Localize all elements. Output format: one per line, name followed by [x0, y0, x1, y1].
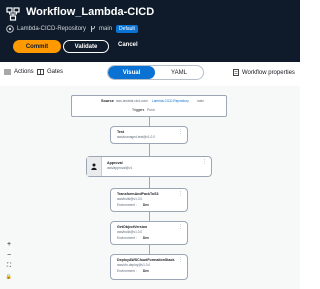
- zoom-out-button[interactable]: −: [4, 252, 14, 259]
- default-badge: Default: [116, 24, 138, 33]
- action-name: TransformAndPackToS3: [117, 192, 159, 196]
- source-label: Source: [101, 99, 114, 103]
- gates-label: Gates: [47, 69, 64, 75]
- action-identifier: aws/build@v1.0.0: [117, 197, 143, 201]
- actions-toggle[interactable]: Actions: [4, 69, 34, 75]
- workflow-properties-label: Workflow properties: [242, 69, 295, 76]
- edge-connector: [149, 117, 150, 126]
- source-connection: aws-lambda-cicd-conn: [116, 99, 148, 103]
- yaml-tab[interactable]: YAML: [155, 66, 203, 79]
- environment-label: Environment :: [117, 269, 137, 273]
- action-node-deploy-stack[interactable]: DeployAWSCloudFormationStack aws/cfn-dep…: [110, 254, 188, 280]
- workflow-icon: [6, 7, 20, 21]
- more-options-icon[interactable]: ⋮: [178, 224, 183, 230]
- source-node[interactable]: Source aws-lambda-cicd-conn Lambda-CICD-…: [71, 95, 227, 117]
- environment-value: Dev: [143, 269, 149, 273]
- environment-value: Dev: [143, 236, 149, 240]
- action-identifier: aws/cfn-deploy@v1.0.0: [117, 263, 151, 267]
- environment-label: Environment :: [117, 236, 137, 240]
- view-mode-toggle: Visual YAML: [107, 65, 204, 80]
- action-name: DeployAWSCloudFormationStack: [117, 258, 175, 262]
- repository-icon: [6, 24, 14, 33]
- workflow-header: Workflow_Lambda-CICD Lambda-CICD-Reposit…: [0, 0, 300, 62]
- repository-info: Lambda-CICD-Repository main Default: [6, 23, 138, 34]
- approval-node[interactable]: Approval aws/approval@v1 ⋮: [86, 156, 212, 177]
- properties-icon: [233, 69, 239, 76]
- environment-value: Dev: [143, 203, 149, 207]
- gates-icon: [37, 69, 44, 75]
- trigger-label: Triggers: [132, 108, 145, 112]
- approval-icon-box: [87, 157, 102, 176]
- action-name: GetObjectVersion: [117, 225, 148, 229]
- action-identifier: aws/approval@v1: [107, 166, 133, 170]
- repository-link[interactable]: Lambda-CICD-Repository: [17, 26, 86, 32]
- more-options-icon[interactable]: ⋮: [178, 129, 183, 135]
- action-identifier: aws/managed-test@v1.0.0: [117, 135, 155, 139]
- actions-label: Actions: [14, 69, 34, 75]
- validate-button[interactable]: Validate: [63, 40, 109, 53]
- more-options-icon[interactable]: ⋮: [178, 257, 183, 263]
- more-options-icon[interactable]: ⋮: [202, 159, 207, 165]
- action-name: Approval: [107, 161, 123, 165]
- page-title: Workflow_Lambda-CICD: [26, 6, 155, 18]
- action-name: Test: [117, 130, 125, 134]
- action-node-test[interactable]: Test aws/managed-test@v1.0.0 ⋮: [110, 126, 188, 144]
- action-node-get-object-version[interactable]: GetObjectVersion aws/build@v1.0.0 Enviro…: [110, 221, 188, 245]
- edge-connector: [149, 177, 150, 188]
- edge-connector: [149, 245, 150, 254]
- gates-toggle[interactable]: Gates: [37, 69, 63, 75]
- cancel-button[interactable]: Cancel: [118, 42, 138, 48]
- zoom-in-button[interactable]: +: [4, 241, 14, 248]
- workflow-canvas[interactable]: Source aws-lambda-cicd-conn Lambda-CICD-…: [0, 86, 300, 289]
- branch-name: main: [99, 25, 113, 32]
- trigger-value: Push: [147, 108, 155, 112]
- commit-button[interactable]: Commit: [13, 40, 61, 53]
- branch-icon: [90, 25, 96, 33]
- actions-list-icon: [4, 69, 11, 75]
- action-identifier: aws/build@v1.0.0: [117, 230, 143, 234]
- edge-connector: [149, 144, 150, 156]
- source-repository[interactable]: Lambda-CICD-Repository: [152, 99, 189, 103]
- lock-button[interactable]: 🔒: [4, 274, 14, 280]
- workflow-properties-toggle[interactable]: Workflow properties: [233, 69, 295, 76]
- person-icon: [91, 163, 97, 170]
- more-options-icon[interactable]: ⋮: [178, 191, 183, 197]
- fit-view-button[interactable]: ⛶: [4, 263, 14, 270]
- environment-label: Environment :: [117, 203, 137, 207]
- visual-tab[interactable]: Visual: [108, 66, 155, 79]
- source-branch: main: [197, 99, 204, 103]
- edge-connector: [149, 212, 150, 221]
- action-node-transform[interactable]: TransformAndPackToS3 aws/build@v1.0.0 En…: [110, 188, 188, 212]
